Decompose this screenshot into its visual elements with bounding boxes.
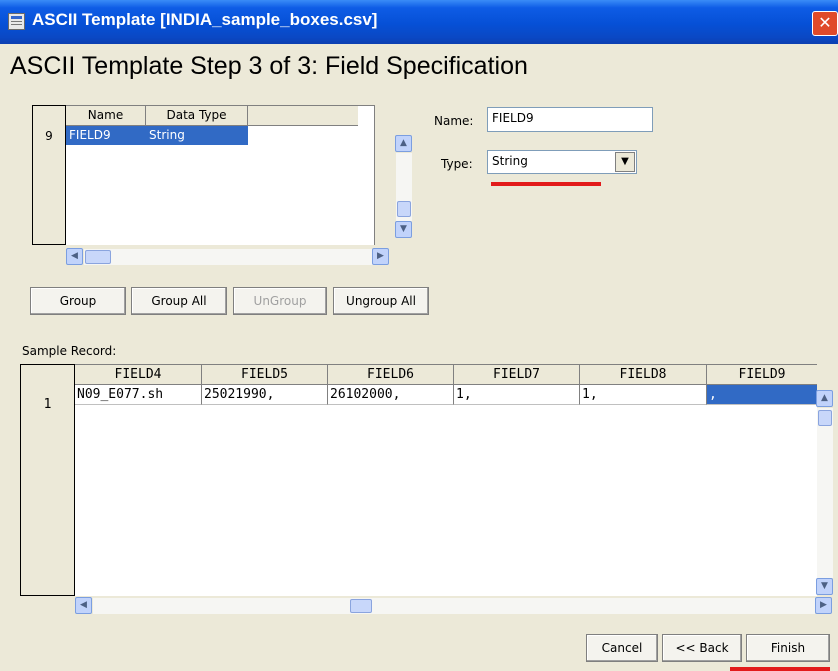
title-bar: ASCII Template [INDIA_sample_boxes.csv] … [0,0,838,44]
sample-scroll-right-arrow-icon[interactable]: ▶ [815,597,832,614]
sample-cell-field4[interactable]: N09_E077.sh [75,385,202,405]
sample-record-grid: 1 FIELD4 FIELD5 FIELD6 FIELD7 FIELD8 FIE… [20,364,836,614]
sample-cell-field7[interactable]: 1, [454,385,580,405]
cancel-button[interactable]: Cancel [586,634,658,662]
row-number-9[interactable]: 9 [33,126,65,146]
name-label: Name: [434,114,474,128]
type-select-value: String [492,154,528,168]
sample-column-header-field8[interactable]: FIELD8 [580,365,707,385]
ungroup-all-button[interactable]: Ungroup All [333,287,429,315]
sample-scroll-up-arrow-icon[interactable]: ▲ [816,390,833,407]
ascii-template-icon [8,13,25,30]
sample-cell-field6[interactable]: 26102000, [328,385,454,405]
sample-column-header-field6[interactable]: FIELD6 [328,365,454,385]
type-select[interactable]: String ▼ [487,150,637,174]
back-button[interactable]: << Back [662,634,742,662]
scroll-right-arrow-icon[interactable]: ▶ [372,248,389,265]
sample-row-headers: 1 [20,364,75,596]
finish-button[interactable]: Finish [746,634,830,662]
dropdown-arrow-icon[interactable]: ▼ [615,152,635,172]
sample-cell-field8[interactable]: 1, [580,385,707,405]
scroll-down-arrow-icon[interactable]: ▼ [395,221,412,238]
step-heading: ASCII Template Step 3 of 3: Field Specif… [10,52,528,80]
sample-row-number[interactable]: 1 [21,395,74,415]
sample-scroll-down-arrow-icon[interactable]: ▼ [816,578,833,595]
type-highlight-underline [491,182,601,186]
sample-column-header-field4[interactable]: FIELD4 [75,365,202,385]
field-type-cell[interactable]: String [146,126,248,145]
scroll-up-arrow-icon[interactable]: ▲ [395,135,412,152]
sample-column-header-field9[interactable]: FIELD9 [707,365,817,385]
group-button[interactable]: Group [30,287,126,315]
sample-scroll-left-arrow-icon[interactable]: ◀ [75,597,92,614]
sample-horizontal-scroll-track[interactable] [93,598,815,614]
finish-highlight-underline [730,667,830,671]
type-label: Type: [441,157,473,171]
sample-record-label: Sample Record: [22,344,117,358]
sample-column-header-field7[interactable]: FIELD7 [454,365,580,385]
close-icon[interactable]: ✕ [812,11,838,36]
sample-vertical-scroll-thumb[interactable] [818,410,832,426]
sample-horizontal-scroll-thumb[interactable] [350,599,372,613]
ungroup-button: UnGroup [233,287,327,315]
field-list-body: Name Data Type FIELD9 String [66,105,375,245]
sample-cell-field9[interactable]: , [707,385,817,405]
sample-cell-field5[interactable]: 25021990, [202,385,328,405]
scroll-left-arrow-icon[interactable]: ◀ [66,248,83,265]
sample-record-body: FIELD4 FIELD5 FIELD6 FIELD7 FIELD8 FIELD… [75,364,817,596]
field-list-grid: 9 Name Data Type FIELD9 String ▲ ▼ ◀ ▶ [32,105,412,267]
vertical-scroll-thumb[interactable] [397,201,411,217]
column-header-data-type[interactable]: Data Type [146,106,248,126]
ascii-template-dialog: ASCII Template [INDIA_sample_boxes.csv] … [0,0,838,671]
group-all-button[interactable]: Group All [131,287,227,315]
sample-vertical-scroll-track[interactable] [817,408,833,578]
column-header-blank [248,106,358,126]
field-name-cell[interactable]: FIELD9 [66,126,146,145]
window-title: ASCII Template [INDIA_sample_boxes.csv] [32,10,378,29]
column-header-name[interactable]: Name [66,106,146,126]
sample-column-header-field5[interactable]: FIELD5 [202,365,328,385]
name-input[interactable]: FIELD9 [487,107,653,132]
horizontal-scroll-track[interactable] [84,249,376,265]
horizontal-scroll-thumb[interactable] [85,250,111,264]
field-row-headers: 9 [32,105,66,245]
